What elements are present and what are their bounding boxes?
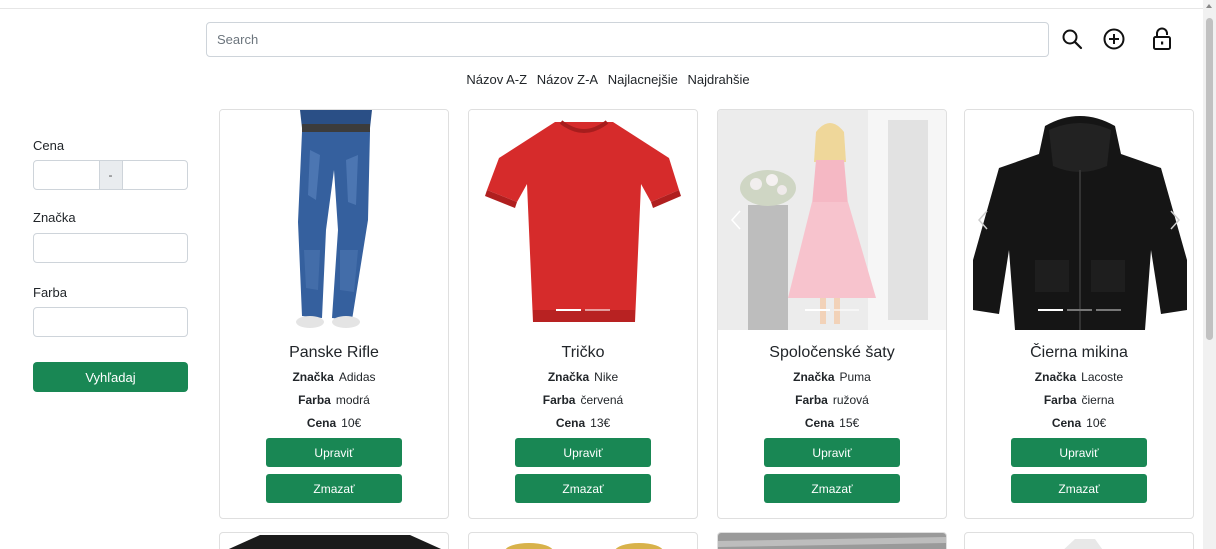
product-brand: Značka Puma (793, 370, 871, 384)
carousel-indicator[interactable] (805, 309, 830, 311)
sort-bar: Názov A-Z Názov Z-A Najlacnejšie Najdrah… (0, 72, 1216, 87)
delete-button[interactable]: Zmazať (266, 474, 402, 503)
delete-button[interactable]: Zmazať (1011, 474, 1147, 503)
delete-button[interactable]: Zmazať (515, 474, 651, 503)
carousel-indicator[interactable] (556, 309, 581, 311)
carousel-indicators (469, 309, 697, 311)
product-brand: Značka Nike (547, 370, 619, 384)
sort-name-asc[interactable]: Názov A-Z (466, 72, 527, 87)
product-card-partial (964, 532, 1194, 549)
color-label: Farba (33, 285, 67, 300)
product-price: Cena 10€ (1051, 416, 1107, 430)
top-divider (0, 8, 1203, 9)
carousel-indicator[interactable] (1095, 309, 1121, 311)
product-name: Tričko (561, 344, 605, 361)
sort-most-expensive[interactable]: Najdrahšie (687, 72, 749, 87)
scrollbar-thumb[interactable] (1206, 18, 1213, 340)
product-card-partial (219, 532, 449, 549)
product-image-jeans (220, 110, 448, 330)
page-scrollbar[interactable] (1203, 0, 1216, 549)
search-icon[interactable] (1059, 26, 1085, 52)
product-name: Spoločenské šaty (769, 344, 895, 361)
carousel-prev-icon[interactable] (975, 206, 991, 234)
product-card: Tričko Značka Nike Farba červená Cena 13€ U… (468, 109, 698, 519)
carousel-indicators (965, 309, 1193, 311)
scroll-up-icon[interactable] (1206, 4, 1212, 8)
edit-button[interactable]: Upraviť (764, 438, 900, 467)
price-min-input[interactable] (34, 161, 99, 189)
brand-input[interactable] (33, 233, 188, 263)
carousel-indicator[interactable] (834, 309, 859, 311)
price-separator: - (98, 161, 123, 189)
color-input[interactable] (33, 307, 188, 337)
delete-button[interactable]: Zmazať (764, 474, 900, 503)
lock-icon[interactable] (1149, 26, 1175, 52)
product-price: Cena 10€ (306, 416, 362, 430)
edit-button[interactable]: Upraviť (515, 438, 651, 467)
carousel-prev-icon[interactable] (728, 206, 744, 234)
carousel-indicator[interactable] (1066, 309, 1092, 311)
product-name: Panske Rifle (289, 344, 379, 361)
edit-button[interactable]: Upraviť (1011, 438, 1147, 467)
product-color: Farba čierna (1043, 393, 1115, 407)
price-range: - (33, 160, 188, 190)
product-card: Panske Rifle Značka Adidas Farba modrá Cen… (219, 109, 449, 519)
carousel-indicator[interactable] (585, 309, 610, 311)
product-name: Čierna mikina (1030, 344, 1128, 361)
carousel-next-icon[interactable] (1167, 206, 1183, 234)
filter-search-button[interactable]: Vyhľadaj (33, 362, 188, 392)
product-image-hoodie (965, 110, 1193, 330)
price-max-input[interactable] (123, 161, 188, 189)
product-brand: Značka Lacoste (1034, 370, 1124, 384)
price-label: Cena (33, 138, 65, 153)
edit-button[interactable]: Upraviť (266, 438, 402, 467)
search-input[interactable] (206, 22, 1049, 57)
product-card-partial (468, 532, 698, 549)
carousel-indicator[interactable] (1037, 309, 1063, 311)
product-image-tshirt (469, 110, 697, 330)
product-brand: Značka Adidas (292, 370, 376, 384)
sort-name-desc[interactable]: Názov Z-A (537, 72, 598, 87)
product-color: Farba ružová (795, 393, 869, 407)
product-card: Čierna mikina Značka Lacoste Farba čierna … (964, 109, 1194, 519)
carousel-indicators (718, 309, 946, 311)
product-color: Farba modrá (298, 393, 370, 407)
product-color: Farba červená (542, 393, 624, 407)
brand-label: Značka (33, 210, 76, 225)
product-card-partial (717, 532, 947, 549)
product-price: Cena 13€ (555, 416, 611, 430)
product-price: Cena 15€ (804, 416, 860, 430)
product-image-dress (718, 110, 946, 330)
sort-cheapest[interactable]: Najlacnejšie (608, 72, 678, 87)
product-card: Spoločenské šaty Značka Puma Farba ružová … (717, 109, 947, 519)
add-circle-icon[interactable] (1101, 26, 1127, 52)
